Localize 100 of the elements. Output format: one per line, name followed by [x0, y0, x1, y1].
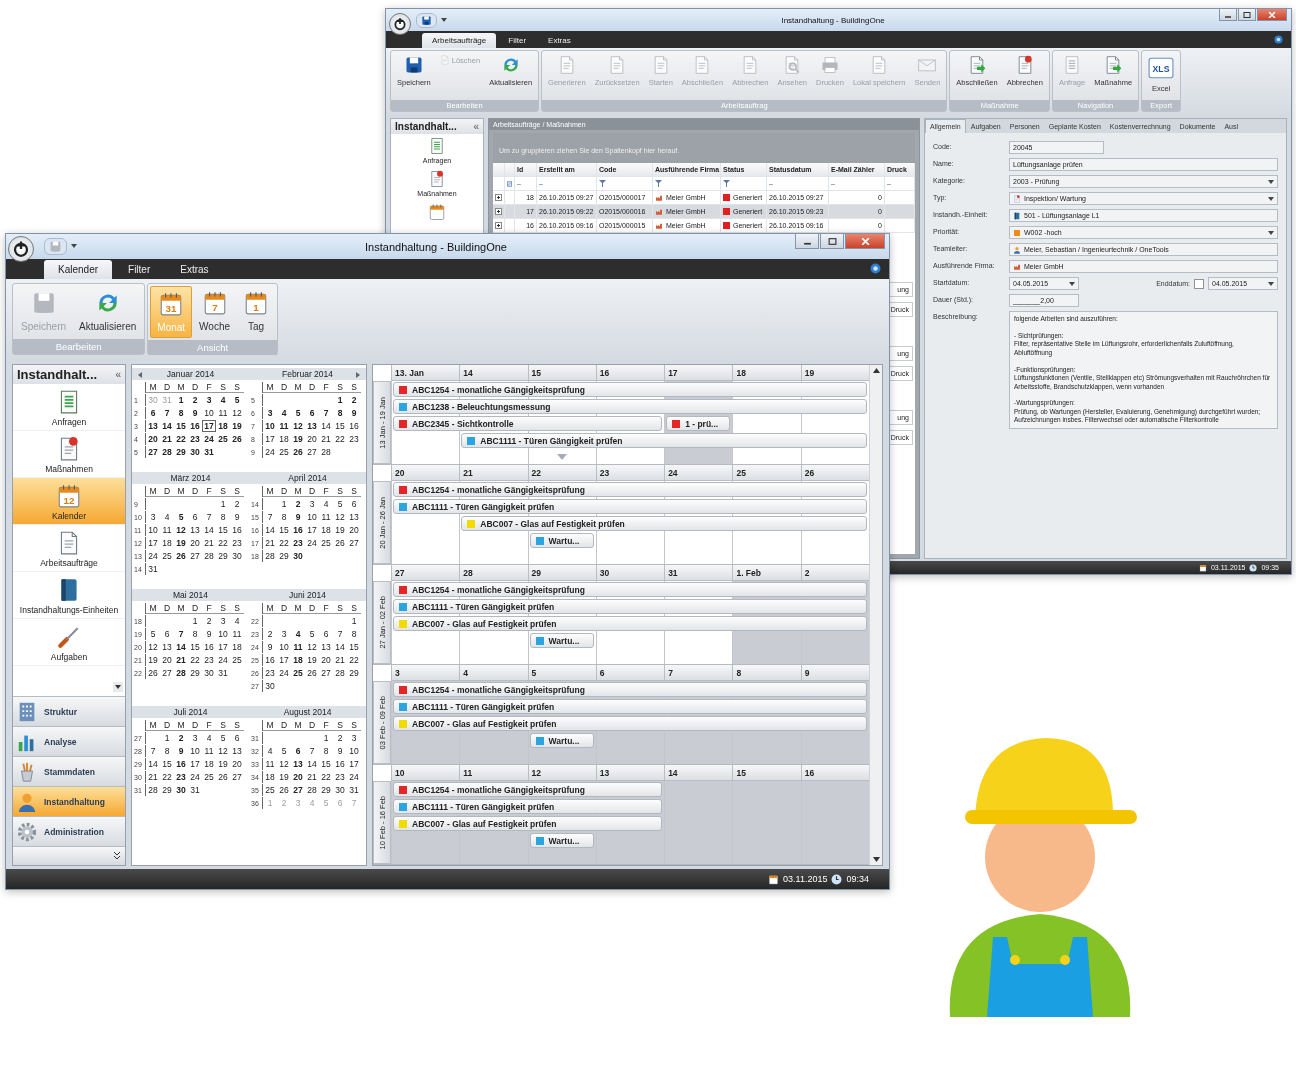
calendar-day[interactable]: 30 — [230, 550, 244, 562]
calendar-day[interactable]: 5 — [305, 628, 319, 640]
calendar-day[interactable]: 20 — [291, 771, 305, 783]
calendar-day[interactable]: 22 — [277, 537, 291, 549]
calendar-day[interactable]: 8 — [277, 511, 291, 523]
calendar-day[interactable]: 23 — [333, 771, 347, 783]
calendar-day[interactable]: 23 — [263, 667, 277, 679]
calendar-day[interactable]: 1 — [333, 394, 347, 406]
calendar-day[interactable]: 3 — [202, 394, 216, 406]
calendar-day[interactable]: 8 — [216, 511, 230, 523]
calendar-day[interactable]: 29 — [347, 667, 361, 679]
calendar-day[interactable]: 17 — [202, 420, 216, 432]
ribbon-button[interactable]: 1 Tag — [237, 286, 276, 338]
calendar-day[interactable]: 10 — [188, 745, 202, 757]
calendar-day[interactable]: 30 — [333, 784, 347, 796]
calendar-day[interactable]: 29 — [174, 446, 188, 458]
calendar-day[interactable]: 8 — [333, 407, 347, 419]
appointment-bar[interactable]: ABC2345 - Sichtkontrolle — [393, 416, 663, 431]
scroll-up-icon[interactable] — [872, 368, 880, 373]
calendar-day[interactable]: 27 — [160, 667, 174, 679]
calendar-day[interactable]: 24 — [188, 771, 202, 783]
calendar-day[interactable]: 11 — [202, 745, 216, 757]
calendar-day[interactable]: 18 — [277, 433, 291, 445]
calendar-day[interactable]: 28 — [146, 784, 160, 796]
calendar-day[interactable]: 13 — [230, 745, 244, 757]
calendar-day[interactable]: 11 — [230, 628, 244, 640]
appointment-bar[interactable]: ABC007 - Glas auf Festigkeit prüfen — [393, 816, 663, 831]
calendar-day[interactable]: 12 — [174, 524, 188, 536]
calendar-day[interactable]: 2 — [291, 498, 305, 510]
app-menu-button[interactable] — [8, 236, 34, 262]
calendar-day[interactable]: 5 — [333, 498, 347, 510]
calendar-day[interactable]: 6 — [305, 407, 319, 419]
calendar-day[interactable]: 25 — [263, 784, 277, 796]
calendar-day[interactable]: 31 — [347, 784, 361, 796]
module-button[interactable]: Struktur — [13, 696, 125, 726]
appointment-bar[interactable]: ABC1254 - monatliche Gängigkeitsprüfung — [393, 682, 867, 697]
nav-item[interactable]: Anfragen — [13, 384, 125, 431]
calendar-day[interactable]: 16 — [291, 524, 305, 536]
module-button[interactable]: Instandhaltung — [13, 786, 125, 816]
calendar-day[interactable]: 7 — [146, 745, 160, 757]
calendar-day[interactable]: 19 — [305, 654, 319, 666]
module-button[interactable]: Analyse — [13, 726, 125, 756]
calendar-day[interactable]: 28 — [305, 784, 319, 796]
appointment-bar[interactable]: Wartu... — [529, 533, 594, 548]
calendar-day[interactable]: 11 — [319, 511, 333, 523]
calendar-day[interactable]: 10 — [277, 641, 291, 653]
calendar-day[interactable]: 21 — [160, 433, 174, 445]
calendar-day[interactable]: 15 — [188, 641, 202, 653]
calendar-day[interactable]: 19 — [277, 771, 291, 783]
calendar-day[interactable]: 18 — [319, 524, 333, 536]
calendar-day[interactable]: 26 — [146, 667, 160, 679]
calendar-day[interactable]: 20 — [160, 654, 174, 666]
calendar-day[interactable]: 5 — [277, 745, 291, 757]
calendar-day[interactable]: 31 — [216, 667, 230, 679]
calendar-day[interactable]: 15 — [174, 420, 188, 432]
calendar-day[interactable]: 10 — [263, 420, 277, 432]
calendar-day[interactable]: 11 — [291, 641, 305, 653]
calendar-day[interactable]: 21 — [333, 654, 347, 666]
calendar-day[interactable]: 30 — [291, 550, 305, 562]
calendar-day[interactable]: 16 — [333, 758, 347, 770]
calendar-day[interactable]: 24 — [277, 667, 291, 679]
calendar-day[interactable]: 17 — [347, 758, 361, 770]
calendar-day[interactable]: 2 — [230, 498, 244, 510]
calendar-day[interactable]: 6 — [146, 407, 160, 419]
calendar-day[interactable]: 5 — [146, 628, 160, 640]
calendar-day[interactable]: 25 — [319, 537, 333, 549]
ribbon-button[interactable]: Aktualisieren — [73, 286, 143, 337]
calendar-day[interactable]: 28 — [202, 550, 216, 562]
calendar-day[interactable]: 21 — [319, 433, 333, 445]
calendar-day[interactable]: 16 — [347, 420, 361, 432]
calendar-day[interactable]: 24 — [202, 433, 216, 445]
minimize-button[interactable] — [1219, 9, 1237, 21]
app-menu-button[interactable] — [389, 13, 411, 35]
calendar-day[interactable]: 30 — [202, 667, 216, 679]
appointment-bar[interactable]: ABC1111 - Türen Gängigkeit prüfen — [393, 499, 867, 514]
calendar-day[interactable]: 28 — [333, 667, 347, 679]
calendar-day[interactable]: 22 — [160, 771, 174, 783]
calendar-day[interactable]: 14 — [202, 524, 216, 536]
calendar-day[interactable]: 19 — [216, 758, 230, 770]
calendar-day[interactable]: 26 — [277, 784, 291, 796]
calendar-day[interactable]: 22 — [216, 537, 230, 549]
calendar-day[interactable]: 13 — [160, 641, 174, 653]
ribbon-tab[interactable]: Kalender — [44, 260, 113, 279]
module-button[interactable]: Administration — [13, 816, 125, 846]
calendar-day[interactable]: 30 — [263, 680, 277, 692]
appointment-bar[interactable]: 1 - prü... — [666, 416, 731, 431]
calendar-day[interactable]: 18 — [160, 537, 174, 549]
calendar-day[interactable]: 27 — [305, 446, 319, 458]
calendar-day[interactable]: 23 — [174, 771, 188, 783]
calendar-day[interactable]: 7 — [263, 511, 277, 523]
calendar-day[interactable]: 6 — [319, 628, 333, 640]
calendar-day[interactable]: 31 — [146, 563, 160, 575]
nav-item[interactable]: Instandhaltungs-Einheiten — [13, 572, 125, 619]
calendar-day[interactable]: 31 — [202, 446, 216, 458]
calendar-day[interactable]: 4 — [277, 407, 291, 419]
calendar-day[interactable]: 17 — [277, 654, 291, 666]
calendar-day[interactable]: 25 — [216, 433, 230, 445]
calendar-day[interactable]: 9 — [291, 511, 305, 523]
calendar-day[interactable]: 1 — [277, 498, 291, 510]
calendar-day[interactable]: 30 — [174, 784, 188, 796]
